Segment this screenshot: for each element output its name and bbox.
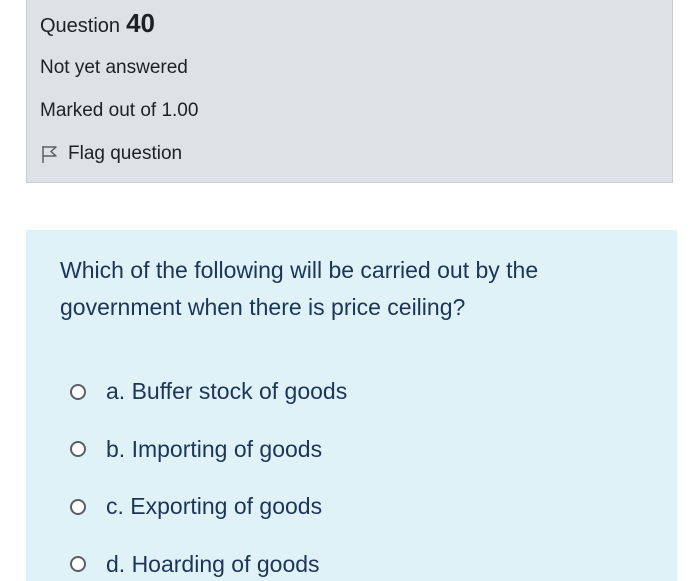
question-text: Which of the following will be carried o… <box>60 257 539 320</box>
question-grade: Marked out of 1.00 <box>40 100 199 121</box>
quiz-page: Question 40 Not yet answered Marked out o… <box>0 0 700 581</box>
question-number: 40 <box>126 8 155 38</box>
answer-label-a[interactable]: a. Buffer stock of goods <box>106 378 347 405</box>
answer-radio-c[interactable] <box>70 498 86 515</box>
answer-label-c[interactable]: c. Exporting of goods <box>106 493 322 520</box>
flag-question-link[interactable]: Flag question <box>40 141 182 167</box>
answer-label-b[interactable]: b. Importing of goods <box>106 436 322 463</box>
answer-radio-d[interactable] <box>70 556 86 573</box>
answer-option-c[interactable]: c. Exporting of goods <box>70 478 347 536</box>
flag-question-label: Flag question <box>68 143 183 164</box>
question-label: Question <box>40 15 121 37</box>
flag-icon <box>40 144 60 164</box>
answer-radio-a[interactable] <box>70 383 86 400</box>
question-heading: Question 40 <box>40 8 155 41</box>
answer-option-d[interactable]: d. Hoarding of goods <box>70 536 347 581</box>
answer-radio-b[interactable] <box>70 441 86 458</box>
question-content-panel: Which of the following will be carried o… <box>26 230 677 581</box>
question-info-panel: Question 40 Not yet answered Marked out o… <box>26 0 673 183</box>
answer-label-d[interactable]: d. Hoarding of goods <box>106 551 320 578</box>
answer-option-a[interactable]: a. Buffer stock of goods <box>70 363 347 421</box>
question-state: Not yet answered <box>40 57 188 78</box>
answer-list: a. Buffer stock of goods b. Importing of… <box>70 363 347 581</box>
answer-option-b[interactable]: b. Importing of goods <box>70 421 347 479</box>
